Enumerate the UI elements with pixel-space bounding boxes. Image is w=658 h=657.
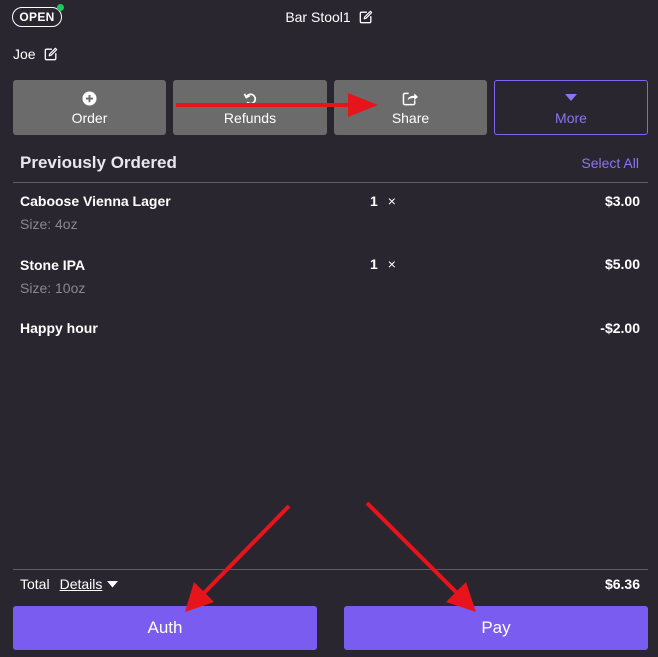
- item-price: $3.00: [604, 193, 640, 209]
- section-title: Previously Ordered: [20, 153, 177, 172]
- order-label: Order: [71, 110, 108, 126]
- auth-button[interactable]: Auth: [13, 606, 317, 650]
- item-price: $5.00: [604, 256, 640, 272]
- item-size: Size: 4oz: [20, 216, 78, 232]
- item-name[interactable]: Stone IPA: [20, 257, 85, 273]
- table-name: Bar Stool1: [285, 9, 351, 25]
- total-row: Total Details: [20, 576, 119, 592]
- top-divider: [13, 182, 648, 183]
- item-name[interactable]: Caboose Vienna Lager: [20, 193, 171, 209]
- total-label: Total: [20, 576, 50, 592]
- details-link[interactable]: Details: [60, 576, 119, 592]
- edit-customer-icon[interactable]: [44, 47, 58, 61]
- annotation-arrow-auth: [185, 504, 291, 612]
- customer-name: Joe: [13, 46, 36, 62]
- total-amount: $6.36: [604, 576, 640, 592]
- item-qty-value: 1: [370, 256, 378, 272]
- customer-row: Joe: [13, 46, 58, 62]
- pay-button[interactable]: Pay: [344, 606, 648, 650]
- share-button[interactable]: Share: [334, 80, 487, 135]
- select-all-link[interactable]: Select All: [581, 155, 639, 171]
- order-button[interactable]: Order: [13, 80, 166, 135]
- item-size: Size: 10oz: [20, 280, 86, 296]
- item-quantity: 1 ×: [370, 256, 396, 272]
- undo-icon: [243, 92, 256, 104]
- caret-down-icon: [565, 94, 577, 101]
- item-quantity: 1 ×: [370, 193, 396, 209]
- bottom-divider: [13, 569, 648, 570]
- more-label: More: [555, 110, 587, 126]
- discount-amount: -$2.00: [600, 320, 640, 336]
- discount-name[interactable]: Happy hour: [20, 320, 98, 336]
- share-icon: [402, 92, 418, 105]
- times-icon: ×: [387, 256, 396, 272]
- caret-down-icon: [107, 580, 119, 587]
- details-label: Details: [59, 576, 103, 592]
- annotation-arrow-pay: [365, 501, 476, 612]
- auth-label: Auth: [147, 618, 183, 637]
- table-header: Bar Stool1: [0, 9, 658, 25]
- edit-table-icon[interactable]: [359, 10, 373, 24]
- item-qty-value: 1: [370, 193, 378, 209]
- times-icon: ×: [387, 193, 396, 209]
- plus-circle-icon: [82, 90, 97, 106]
- more-button[interactable]: More: [494, 80, 648, 135]
- refunds-button[interactable]: Refunds: [173, 80, 327, 135]
- share-label: Share: [391, 110, 430, 126]
- pay-label: Pay: [481, 618, 511, 637]
- refunds-label: Refunds: [223, 110, 277, 126]
